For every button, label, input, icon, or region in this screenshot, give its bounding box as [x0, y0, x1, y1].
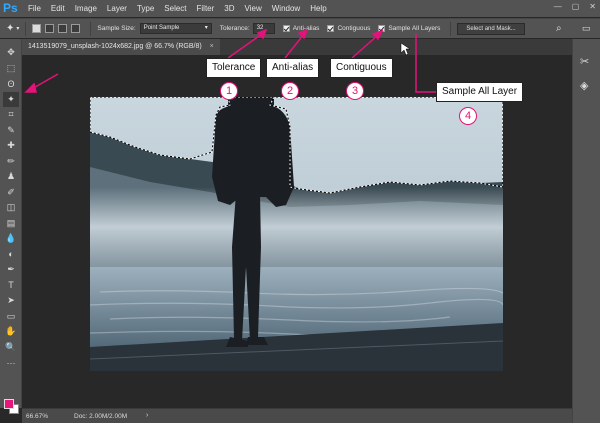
contiguous-callout: Contiguous — [330, 58, 393, 78]
anti-alias-callout: Anti-alias — [266, 58, 320, 78]
callout-number: 4 — [459, 107, 477, 125]
tolerance-callout: Tolerance — [206, 58, 262, 78]
arrowhead — [297, 28, 309, 40]
sample-all-layer-callout: Sample All Layer — [436, 82, 524, 102]
tolerance-arrow — [227, 33, 263, 59]
sample-all-leader — [415, 33, 436, 93]
arrowhead — [24, 82, 37, 93]
callout-number: 2 — [281, 82, 299, 100]
anti-alias-arrow — [284, 33, 305, 59]
cursor-icon — [400, 42, 411, 56]
callout-number: 1 — [220, 82, 238, 100]
contiguous-arrow — [351, 34, 379, 59]
callout-number: 3 — [346, 82, 364, 100]
